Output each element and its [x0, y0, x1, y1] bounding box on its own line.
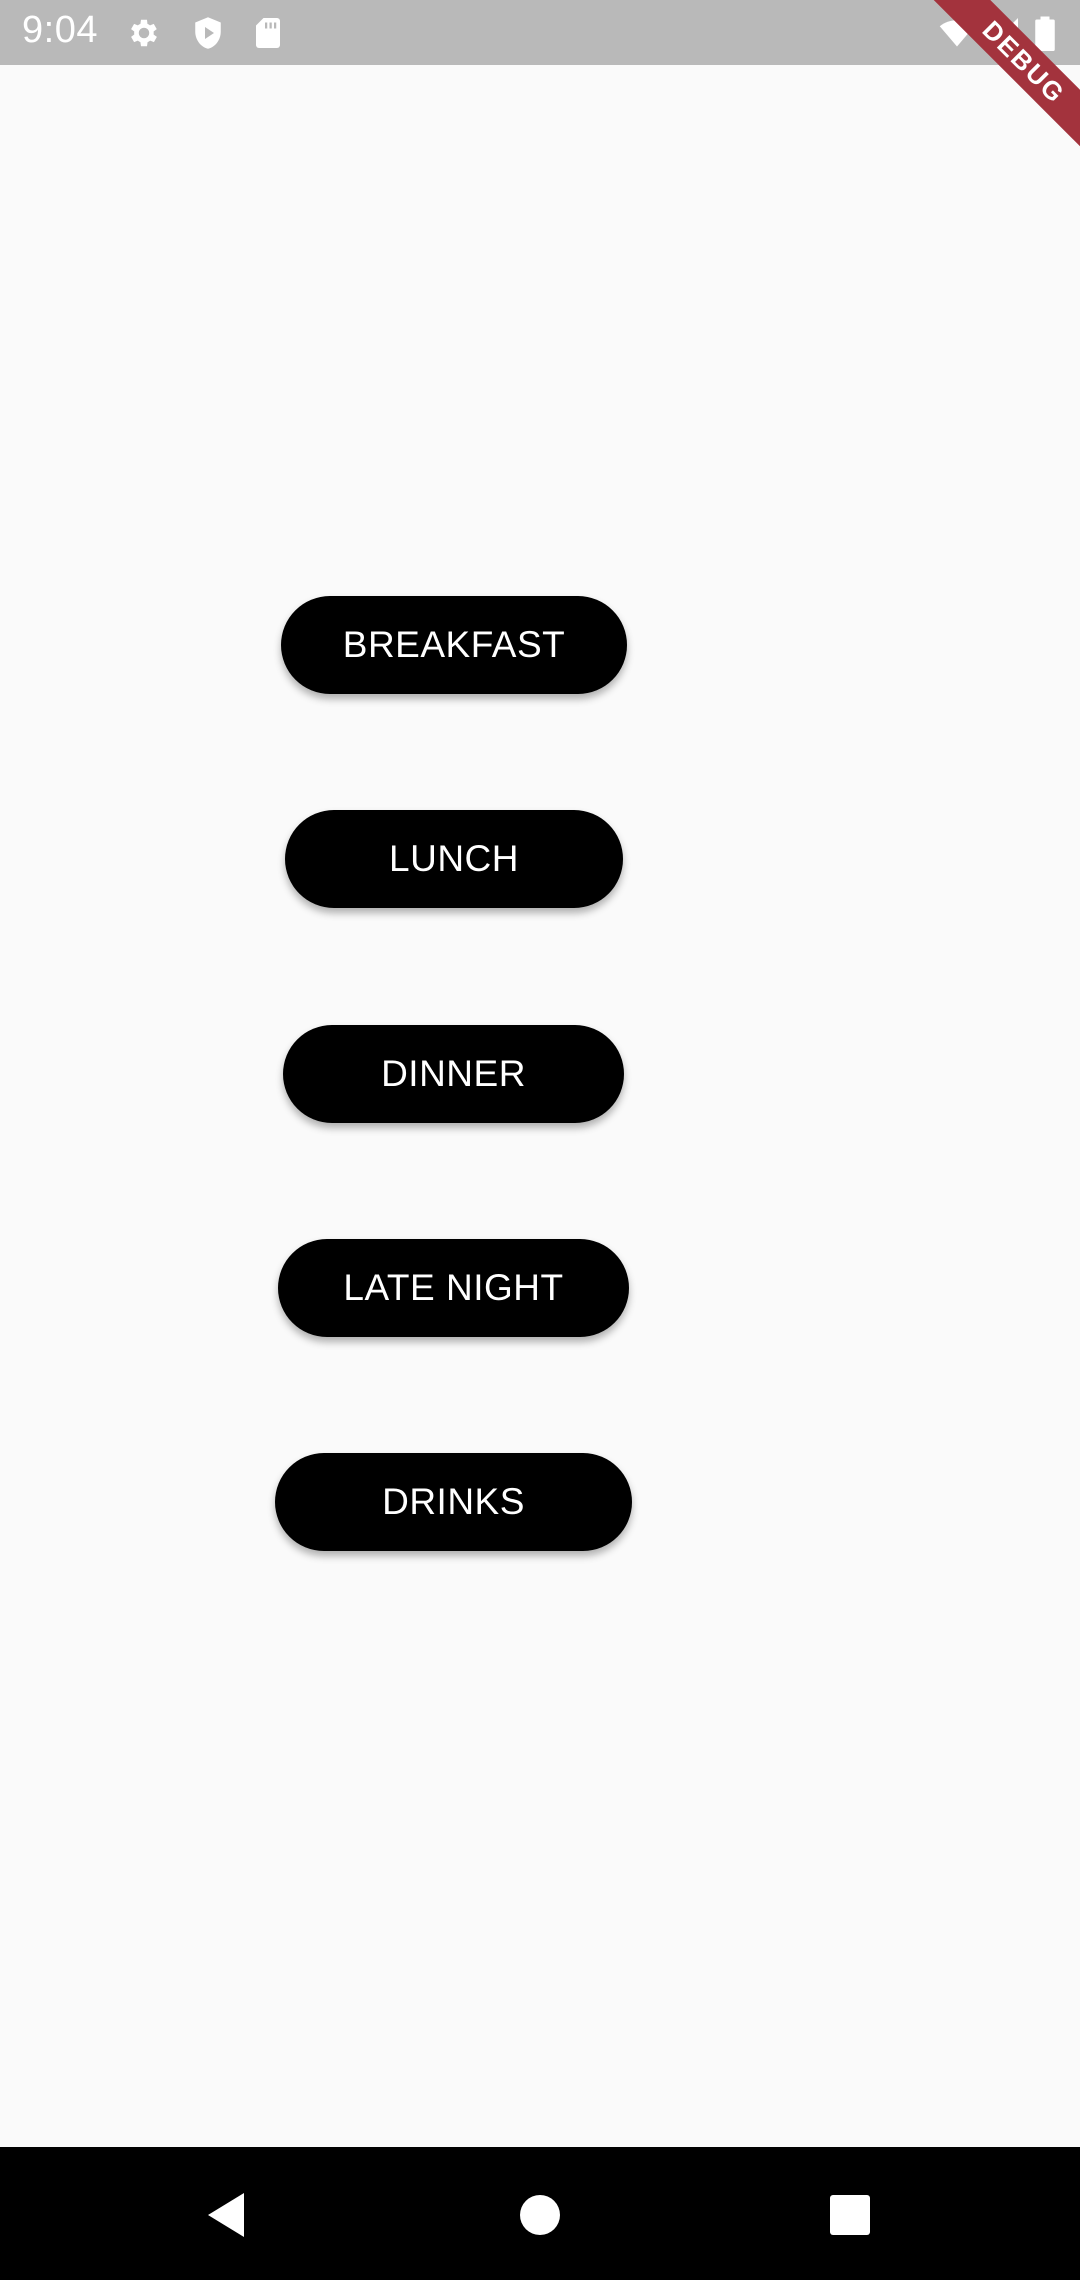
status-time: 9:04 — [22, 9, 98, 51]
gear-icon — [126, 15, 162, 51]
navigation-bar — [0, 2147, 1080, 2280]
breakfast-button[interactable]: BREAKFAST — [281, 596, 627, 694]
status-bar: 9:04 DEBUG — [0, 0, 1080, 169]
dinner-button-label: DINNER — [381, 1053, 526, 1094]
shield-play-icon — [190, 15, 226, 51]
late-night-button-label: LATE NIGHT — [343, 1267, 564, 1308]
back-button[interactable] — [186, 2175, 266, 2255]
battery-icon — [1033, 15, 1057, 51]
breakfast-button-label: BREAKFAST — [342, 624, 566, 665]
home-icon — [518, 2193, 562, 2237]
app-screen: 9:04 DEBUG BREAKFAST LUNCH DINNER LATE N… — [0, 0, 1080, 2280]
meal-menu: BREAKFAST LUNCH DINNER LATE NIGHT DRINKS — [0, 65, 1080, 2147]
signal-icon — [985, 15, 1021, 51]
late-night-button[interactable]: LATE NIGHT — [278, 1239, 629, 1337]
home-button[interactable] — [500, 2175, 580, 2255]
recents-button[interactable] — [810, 2175, 890, 2255]
lunch-button[interactable]: LUNCH — [285, 810, 623, 908]
sd-card-icon — [250, 15, 286, 51]
wifi-icon — [937, 15, 977, 51]
drinks-button-label: DRINKS — [382, 1481, 525, 1522]
recents-icon — [829, 2194, 871, 2236]
back-icon — [204, 2191, 248, 2239]
lunch-button-label: LUNCH — [389, 838, 519, 879]
drinks-button[interactable]: DRINKS — [275, 1453, 632, 1551]
dinner-button[interactable]: DINNER — [283, 1025, 624, 1123]
